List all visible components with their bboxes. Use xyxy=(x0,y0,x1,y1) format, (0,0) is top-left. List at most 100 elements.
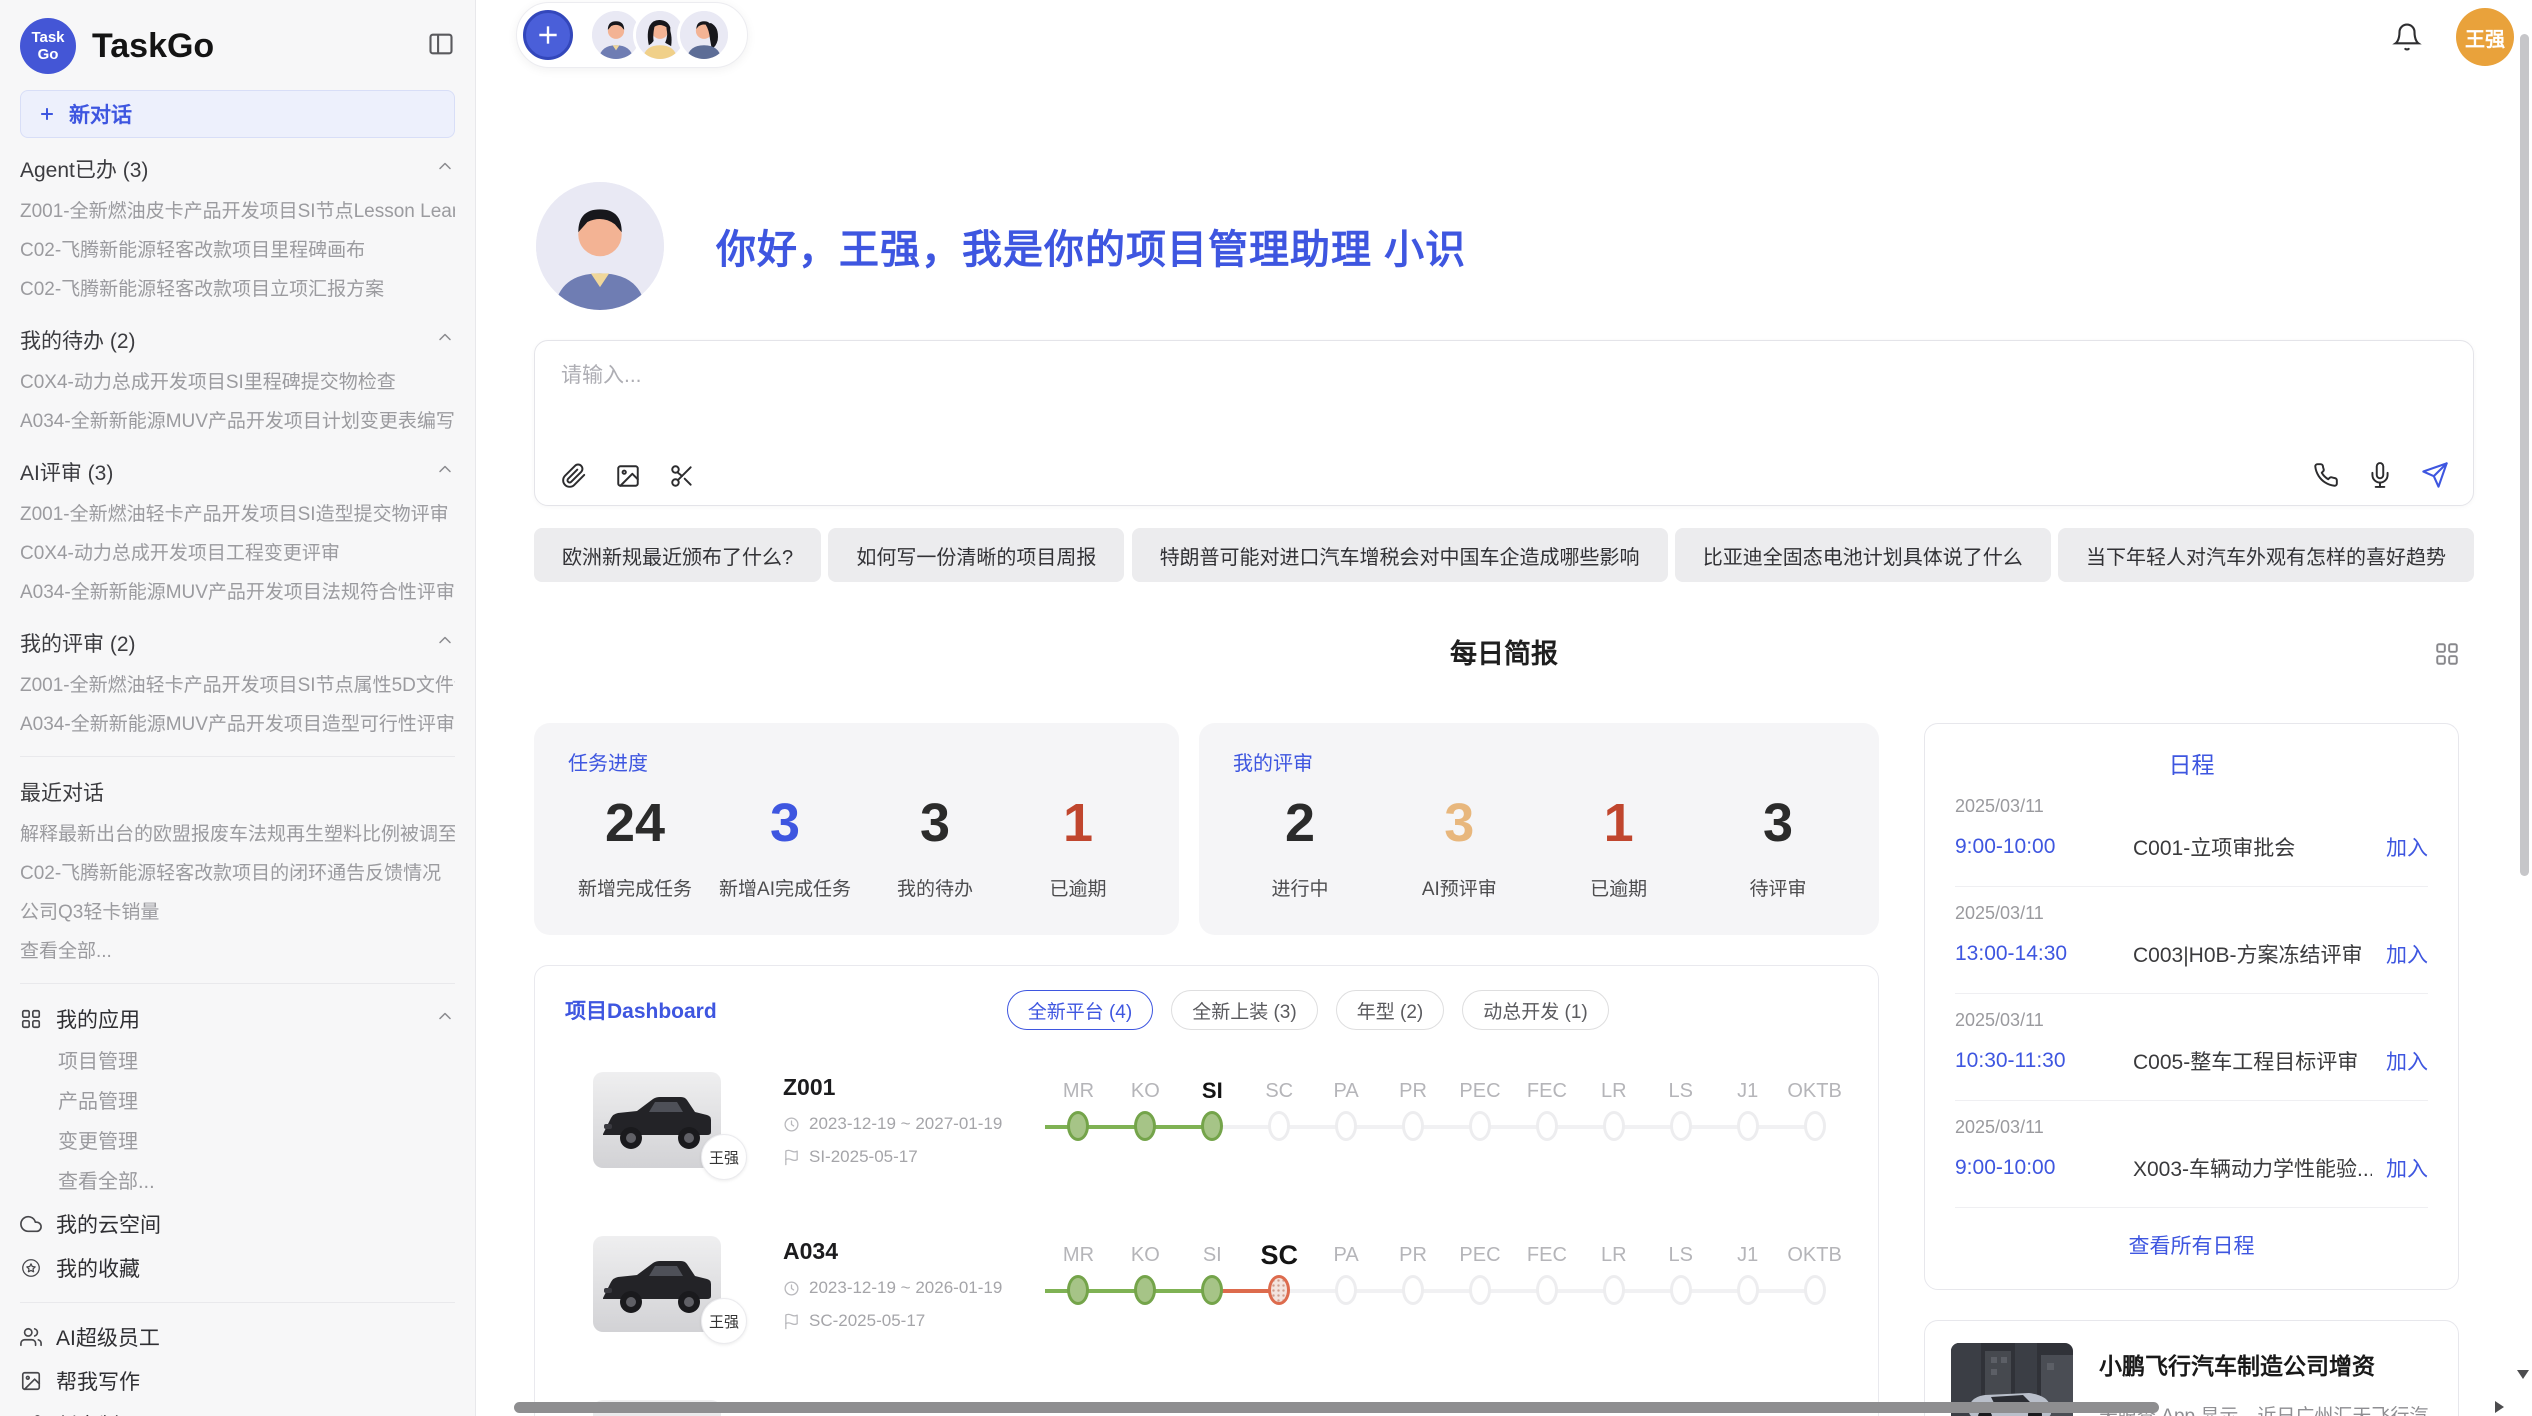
layout-grid-icon[interactable] xyxy=(2434,641,2460,667)
image-icon[interactable] xyxy=(615,463,641,489)
chevron-up-icon xyxy=(435,1006,455,1032)
dashboard-tab[interactable]: 动总开发 (1) xyxy=(1462,990,1609,1030)
sidebar-item[interactable]: A034-全新新能源MUV产品开发项目计划变更表编写 xyxy=(20,402,455,441)
stat-card-title: 我的评审 xyxy=(1233,747,1845,776)
greeting-text: 你好，王强，我是你的项目管理助理 小识 xyxy=(716,217,1466,275)
horizontal-scrollbar xyxy=(476,1399,2506,1416)
project-row[interactable]: 王强Z0012023-12-19 ~ 2027-01-19SI-2025-05-… xyxy=(565,1072,1848,1194)
sidebar-item-cloud[interactable]: 我的云空间 xyxy=(20,1202,455,1246)
paperclip-icon[interactable] xyxy=(561,463,587,489)
logo-line-1: Task xyxy=(31,29,64,46)
scissors-icon[interactable] xyxy=(669,463,695,489)
stat-label: 新增AI完成任务 xyxy=(719,874,851,901)
greeting-block: 你好，王强，我是你的项目管理助理 小识 xyxy=(536,182,1466,310)
app-subitem[interactable]: 项目管理 xyxy=(20,1042,455,1082)
suggestion-chip[interactable]: 比亚迪全固态电池计划具体说了什么 xyxy=(1675,528,2051,582)
sidebar-item[interactable]: C02-飞腾新能源轻客改款项目立项汇报方案 xyxy=(20,270,455,309)
schedule-name: C001-立项审批会 xyxy=(2133,832,2372,862)
sidebar-item[interactable]: A034-全新新能源MUV产品开发项目造型可行性评审 xyxy=(20,705,455,744)
suggestion-chip[interactable]: 特朗普可能对进口汽车增税会对中国车企造成哪些影响 xyxy=(1132,528,1668,582)
join-meeting-link[interactable]: 加入 xyxy=(2386,1153,2428,1183)
milestone-dot xyxy=(1603,1275,1625,1305)
user-avatar[interactable]: 王强 xyxy=(2456,8,2514,66)
sidebar-item[interactable]: Z001-全新燃油皮卡产品开发项目SI节点Lesson Learn报告 xyxy=(20,192,455,231)
sidebar-section-header[interactable]: 我的评审 (2) xyxy=(20,620,455,666)
sidebar-section-header[interactable]: 我的待办 (2) xyxy=(20,317,455,363)
milestone-dot xyxy=(1201,1275,1223,1305)
milestone-pr: PR xyxy=(1380,1072,1447,1144)
milestone-ls: LS xyxy=(1647,1236,1714,1308)
sidebar-section-header[interactable]: 最近对话 xyxy=(20,769,455,815)
dashboard-tab[interactable]: 全新平台 (4) xyxy=(1007,990,1154,1030)
milestone-si: SI xyxy=(1179,1072,1246,1144)
vertical-scrollbar xyxy=(2516,0,2532,1399)
milestone-dot xyxy=(1402,1111,1424,1141)
stat-value: 1 xyxy=(1019,792,1137,854)
schedule-item: 2025/03/1113:00-14:30C003|H0B-方案冻结评审加入 xyxy=(1955,887,2428,994)
topbar-right: 王强 xyxy=(2392,8,2514,66)
scroll-down-arrow[interactable] xyxy=(2517,1370,2529,1379)
schedule-card: 日程 2025/03/119:00-10:00C001-立项审批会加入2025/… xyxy=(1924,723,2459,1290)
plus-icon xyxy=(535,22,561,48)
schedule-time: 9:00-10:00 xyxy=(1955,835,2105,859)
join-meeting-link[interactable]: 加入 xyxy=(2386,939,2428,969)
mic-icon[interactable] xyxy=(2367,462,2393,488)
notification-bell-icon[interactable] xyxy=(2392,22,2422,52)
recent-conversation-item[interactable]: C02-飞腾新能源轻客改款项目的闭环通告反馈情况 xyxy=(20,854,455,893)
app-subitem[interactable]: 变更管理 xyxy=(20,1122,455,1162)
milestone-label: MR xyxy=(1045,1236,1112,1274)
horizontal-scrollbar-thumb[interactable] xyxy=(514,1402,2159,1413)
schedule-name: X003-车辆动力学性能验... xyxy=(2133,1153,2372,1183)
dashboard-tab[interactable]: 年型 (2) xyxy=(1336,990,1445,1030)
project-info: Z0012023-12-19 ~ 2027-01-19SI-2025-05-17 xyxy=(783,1072,1021,1194)
sidebar-collapse-icon[interactable] xyxy=(427,30,455,63)
input-send-tools xyxy=(2313,461,2449,489)
send-icon[interactable] xyxy=(2421,461,2449,489)
schedule-row: 9:00-10:00X003-车辆动力学性能验...加入 xyxy=(1955,1153,2428,1183)
phone-icon[interactable] xyxy=(2313,462,2339,488)
scroll-right-arrow[interactable] xyxy=(2495,1401,2504,1413)
suggestion-chip[interactable]: 如何写一份清晰的项目周报 xyxy=(828,528,1124,582)
sidebar-item[interactable]: A034-全新新能源MUV产品开发项目法规符合性评审 xyxy=(20,573,455,612)
stat-card: 我的评审2进行中3AI预评审1已逾期3待评审 xyxy=(1199,723,1879,935)
sidebar-section-header[interactable]: Agent已办 (3) xyxy=(20,146,455,192)
sidebar-item[interactable]: Z001-全新燃油轻卡产品开发项目SI造型提交物评审 xyxy=(20,495,455,534)
sidebar-header: Task Go TaskGo xyxy=(20,14,455,78)
sidebar-section-header[interactable]: AI评审 (3) xyxy=(20,449,455,495)
sidebar-tool-item[interactable]: 帮我写作 xyxy=(20,1359,455,1403)
sidebar-item-my-apps[interactable]: 我的应用 xyxy=(20,996,455,1042)
image-icon xyxy=(20,1370,42,1392)
chat-input[interactable] xyxy=(561,359,1961,431)
member-avatar-3[interactable] xyxy=(677,8,731,62)
milestone-label: PR xyxy=(1380,1236,1447,1274)
recent-conversation-item[interactable]: 公司Q3轻卡销量 xyxy=(20,893,455,932)
show-all-conversations-link[interactable]: 查看全部... xyxy=(20,932,455,971)
suggestion-chip[interactable]: 当下年轻人对汽车外观有怎样的喜好趋势 xyxy=(2058,528,2474,582)
sidebar-item[interactable]: C0X4-动力总成开发项目工程变更评审 xyxy=(20,534,455,573)
recent-conversation-item[interactable]: 解释最新出台的欧盟报废车法规再生塑料比例被调至15%... xyxy=(20,815,455,854)
app-subitem[interactable]: 产品管理 xyxy=(20,1082,455,1122)
view-all-schedule-link[interactable]: 查看所有日程 xyxy=(1955,1230,2428,1260)
add-member-button[interactable] xyxy=(523,10,573,60)
milestone-dot xyxy=(1134,1111,1156,1141)
project-row[interactable]: 王强A0342023-12-19 ~ 2026-01-19SC-2025-05-… xyxy=(565,1236,1848,1358)
sidebar-item[interactable]: Z001-全新燃油轻卡产品开发项目SI节点属性5D文件评审 xyxy=(20,666,455,705)
dashboard-tab[interactable]: 全新上装 (3) xyxy=(1171,990,1318,1030)
new-chat-button[interactable]: 新对话 xyxy=(20,90,455,138)
sidebar-item-star[interactable]: 我的收藏 xyxy=(20,1246,455,1290)
milestone-label: J1 xyxy=(1714,1072,1781,1110)
vertical-scrollbar-thumb[interactable] xyxy=(2520,34,2529,876)
schedule-name: C005-整车工程目标评审 xyxy=(2133,1046,2372,1076)
join-meeting-link[interactable]: 加入 xyxy=(2386,1046,2428,1076)
join-meeting-link[interactable]: 加入 xyxy=(2386,832,2428,862)
sidebar-section-title: Agent已办 (3) xyxy=(20,154,435,184)
show-all-apps-link[interactable]: 查看全部... xyxy=(20,1162,455,1202)
sidebar-item[interactable]: C0X4-动力总成开发项目SI里程碑提交物检查 xyxy=(20,363,455,402)
project-next-milestone: SI-2025-05-17 xyxy=(783,1147,1021,1167)
sidebar-tool-item[interactable]: AI超级员工 xyxy=(20,1315,455,1359)
suggestion-chip[interactable]: 欧洲新规最近颁布了什么? xyxy=(534,528,821,582)
sidebar-tool-item[interactable]: 创意制图 xyxy=(20,1403,455,1416)
milestone-dot-row xyxy=(1580,1110,1647,1144)
stat-label: 新增完成任务 xyxy=(576,874,694,901)
sidebar-item[interactable]: C02-飞腾新能源轻客改款项目里程碑画布 xyxy=(20,231,455,270)
